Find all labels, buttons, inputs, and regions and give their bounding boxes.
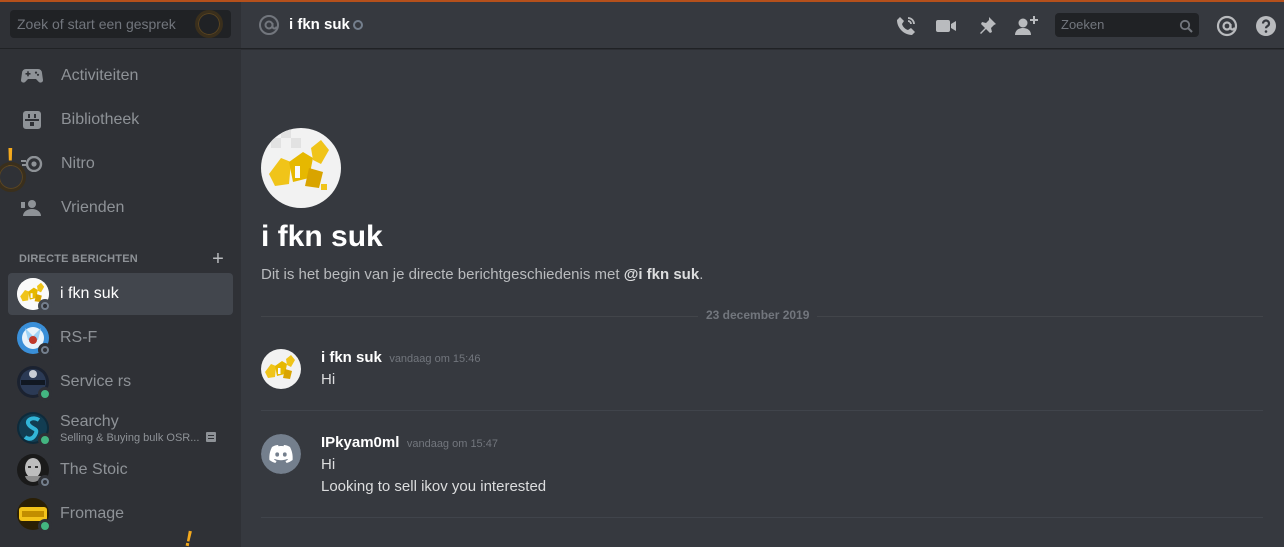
dm-item-the-stoic[interactable]: The Stoic: [8, 449, 233, 491]
message-header: i fkn suk vandaag om 15:46: [321, 349, 480, 367]
intro-mention[interactable]: @i fkn suk: [624, 266, 699, 283]
dm-item-i-fkn-suk[interactable]: i fkn suk: [8, 273, 233, 315]
sidebar-item-label: Bibliotheek: [61, 111, 140, 128]
sidebar-item-label: Vrienden: [61, 199, 125, 216]
intro-period: .: [699, 266, 704, 283]
sidebar-item-activiteiten[interactable]: Activiteiten: [8, 56, 233, 96]
dm-name: The Stoic: [60, 461, 128, 478]
avatar: [17, 366, 52, 401]
message-timestamp: vandaag om 15:47: [406, 438, 498, 450]
online-status-icon: [38, 519, 52, 533]
sidebar-search-wrap: Zoek of start een gesprek: [0, 2, 241, 49]
create-dm-button[interactable]: +: [212, 249, 224, 269]
message-separator: [261, 517, 1263, 518]
intro-text: Dit is het begin van je directe berichtg…: [261, 266, 620, 283]
search-icon: [1179, 17, 1193, 41]
pinned-messages-icon[interactable]: [975, 14, 999, 38]
message-timestamp: vandaag om 15:46: [389, 353, 481, 365]
direct-messages-title: DIRECTE BERICHTEN: [19, 253, 138, 265]
avatar[interactable]: [261, 434, 301, 474]
sidebar-item-bibliotheek[interactable]: Bibliotheek: [8, 100, 233, 140]
message-author[interactable]: IPkyam0ml: [321, 434, 399, 451]
friends-icon: [20, 196, 44, 220]
dm-name: i fkn suk: [60, 285, 119, 302]
message-content: Hi: [321, 456, 336, 473]
chat-area: i fkn suk Dit is het begin van je direct…: [241, 50, 1284, 547]
offline-status-icon: [38, 299, 52, 313]
find-conversation-placeholder: Zoek of start een gesprek: [17, 16, 176, 32]
dm-name: RS-F: [60, 329, 98, 346]
message-group: i fkn suk vandaag om 15:46 Hi: [261, 349, 1263, 395]
sidebar-item-label: Nitro: [61, 155, 95, 172]
offline-status-icon: [38, 343, 52, 357]
dm-sidebar: Zoek of start een gesprek Activiteiten B…: [0, 2, 241, 547]
dm-item-service-rs[interactable]: Service rs: [8, 361, 233, 403]
avatar: [17, 278, 52, 313]
sidebar-item-nitro[interactable]: Nitro: [8, 144, 233, 184]
dm-name: Service rs: [60, 373, 132, 390]
offline-status-icon: [353, 20, 363, 30]
dm-text: Searchy Selling & Buying bulk OSR...: [60, 412, 217, 444]
online-status-icon: [38, 433, 52, 447]
message-author[interactable]: i fkn suk: [321, 349, 382, 366]
dm-name: Searchy: [60, 412, 119, 430]
intro-username: i fkn suk: [261, 220, 383, 253]
help-icon[interactable]: [1254, 14, 1278, 38]
channel-title: i fkn suk: [289, 16, 350, 33]
avatar: [17, 412, 52, 447]
at-sign-icon: [258, 14, 280, 41]
avatar: [17, 454, 52, 489]
message-content: Looking to sell ikov you interested: [321, 478, 547, 495]
start-voice-call-icon[interactable]: [894, 14, 918, 38]
dm-name: Fromage: [60, 505, 125, 522]
dm-item-rs-f[interactable]: RS-F: [8, 317, 233, 359]
mentions-icon[interactable]: [1215, 14, 1239, 38]
rich-presence-icon: [206, 431, 217, 442]
search-placeholder: Zoeken: [1061, 17, 1105, 32]
avatar: [17, 322, 52, 357]
search-input[interactable]: Zoeken: [1055, 13, 1199, 37]
add-friend-icon[interactable]: [1015, 14, 1039, 38]
highlight-ring-icon: [195, 10, 223, 38]
offline-status-icon: [38, 475, 52, 489]
message-group: IPkyam0ml vandaag om 15:47 Hi Looking to…: [261, 434, 1263, 498]
sidebar-item-label: Activiteiten: [61, 67, 139, 84]
message-separator: [261, 410, 1263, 411]
dm-item-fromage[interactable]: Fromage: [8, 493, 233, 535]
online-status-icon: [38, 387, 52, 401]
find-conversation-button[interactable]: Zoek of start een gesprek: [10, 10, 231, 38]
start-video-call-icon[interactable]: [934, 14, 958, 38]
sidebar-item-vrienden[interactable]: Vrienden: [8, 188, 233, 228]
message-content: Hi: [321, 371, 336, 388]
message-header: IPkyam0ml vandaag om 15:47: [321, 434, 498, 452]
dm-item-searchy[interactable]: Searchy Selling & Buying bulk OSR...: [8, 405, 233, 451]
date-divider: 23 december 2019: [698, 308, 818, 322]
avatar[interactable]: [261, 349, 301, 389]
controller-icon: [20, 64, 44, 88]
avatar: [17, 498, 52, 533]
channel-header: i fkn suk Zoeken: [241, 2, 1284, 49]
direct-messages-header: DIRECTE BERICHTEN +: [19, 249, 224, 269]
intro-avatar: [261, 128, 341, 208]
intro-description: Dit is het begin van je directe berichtg…: [261, 266, 703, 283]
library-icon: [20, 108, 44, 132]
dm-activity-text: Selling & Buying bulk OSR...: [60, 431, 217, 444]
dm-activity-label: Selling & Buying bulk OSR...: [60, 431, 200, 444]
